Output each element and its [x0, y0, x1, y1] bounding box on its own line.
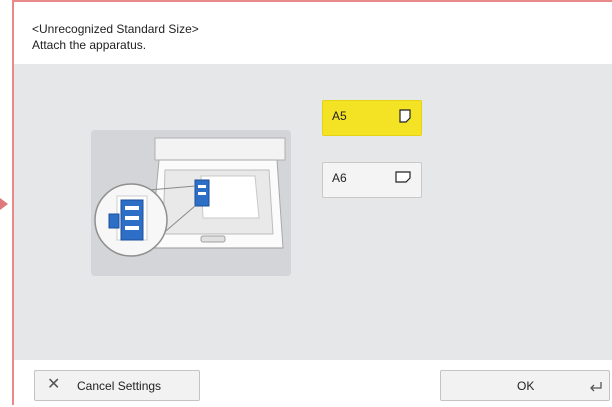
ok-label: OK	[517, 379, 535, 393]
cassette-illustration	[91, 130, 291, 276]
main-panel: A5 A6	[14, 64, 612, 360]
cancel-settings-label: Cancel Settings	[77, 379, 162, 393]
size-button-a5[interactable]: A5	[322, 100, 422, 136]
dialog-subtitle: Attach the apparatus.	[32, 38, 147, 52]
ok-button[interactable]: OK	[440, 370, 610, 401]
portrait-paper-icon	[399, 109, 411, 126]
annotation-arrow	[0, 198, 8, 210]
size-button-a5-label: A5	[332, 109, 347, 123]
landscape-paper-icon	[395, 171, 411, 186]
dialog-footer: ✕ Cancel Settings OK	[14, 360, 612, 407]
dialog-frame: <Unrecognized Standard Size> Attach the …	[12, 0, 612, 407]
size-button-a6[interactable]: A6	[322, 162, 422, 198]
enter-icon	[589, 381, 603, 396]
close-icon: ✕	[47, 376, 61, 393]
dialog-header: <Unrecognized Standard Size> Attach the …	[14, 2, 612, 64]
dialog-title: <Unrecognized Standard Size>	[32, 22, 199, 36]
paper-drawer-image	[94, 137, 286, 257]
cancel-settings-button[interactable]: ✕ Cancel Settings	[34, 370, 200, 401]
size-button-a6-label: A6	[332, 171, 347, 185]
